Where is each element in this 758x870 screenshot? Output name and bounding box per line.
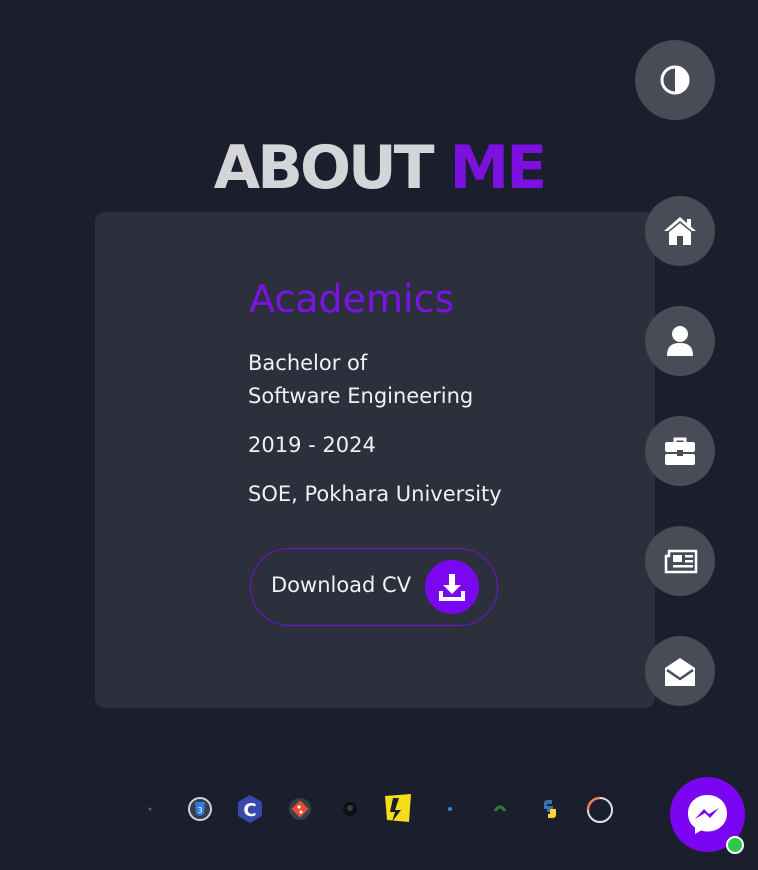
python-icon bbox=[527, 786, 573, 832]
institution: SOE, Pokhara University bbox=[248, 482, 502, 506]
degree-line-2: Software Engineering bbox=[248, 384, 474, 408]
skills-bar: 3 C bbox=[0, 786, 758, 832]
contrast-icon bbox=[660, 65, 690, 95]
javascript-icon bbox=[375, 786, 421, 832]
messenger-icon bbox=[688, 795, 727, 834]
academics-card: Academics Bachelor of Software Engineeri… bbox=[95, 212, 655, 708]
page-title: ABOUT ME bbox=[0, 133, 758, 203]
study-years: 2019 - 2024 bbox=[248, 433, 376, 457]
ring-icon bbox=[577, 786, 623, 832]
svg-text:C: C bbox=[243, 800, 256, 821]
academics-heading: Academics bbox=[249, 277, 455, 321]
svg-text:3: 3 bbox=[197, 806, 202, 815]
git-icon bbox=[277, 786, 323, 832]
html-icon bbox=[127, 786, 173, 832]
envelope-open-icon bbox=[665, 658, 695, 686]
nav-portfolio-button[interactable] bbox=[645, 416, 715, 486]
nav-contact-button[interactable] bbox=[645, 636, 715, 706]
download-cv-label: Download CV bbox=[271, 573, 412, 597]
newspaper-icon bbox=[664, 549, 698, 574]
github-icon bbox=[327, 786, 373, 832]
home-icon bbox=[664, 217, 696, 245]
nav-blog-button[interactable] bbox=[645, 526, 715, 596]
mongodb-icon bbox=[477, 786, 523, 832]
title-word-me: ME bbox=[449, 133, 548, 203]
online-status-indicator bbox=[726, 836, 744, 854]
title-word-about: ABOUT bbox=[213, 133, 435, 203]
nav-home-button[interactable] bbox=[645, 196, 715, 266]
download-icon bbox=[425, 560, 479, 614]
user-icon bbox=[667, 326, 693, 356]
briefcase-icon bbox=[665, 437, 695, 465]
degree-line-1: Bachelor of bbox=[248, 351, 368, 375]
c-language-icon: C bbox=[227, 786, 273, 832]
react-icon bbox=[427, 786, 473, 832]
nav-about-button[interactable] bbox=[645, 306, 715, 376]
download-cv-button[interactable]: Download CV bbox=[250, 548, 498, 626]
theme-toggle-button[interactable] bbox=[635, 40, 715, 120]
css-icon: 3 bbox=[177, 786, 223, 832]
